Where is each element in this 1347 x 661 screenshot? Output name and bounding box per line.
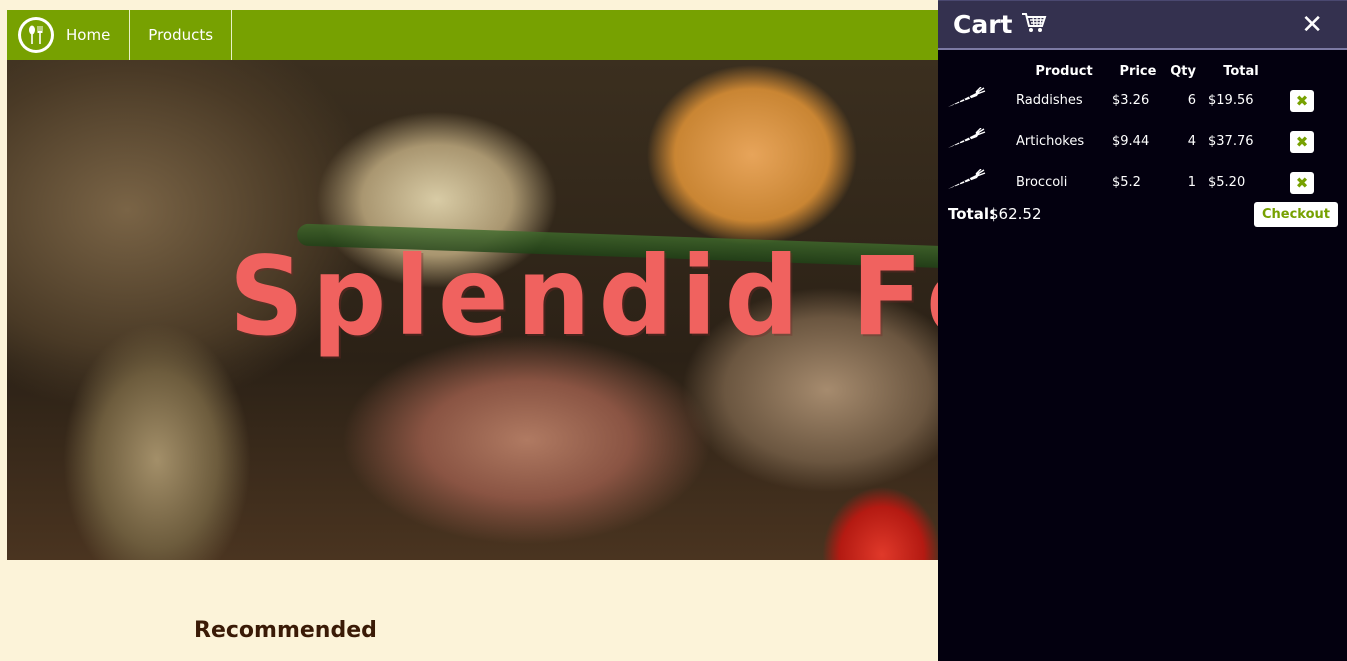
cart-row: Artichokes $9.44 4 $37.76 ✖ [946, 121, 1334, 162]
column-price: Price [1119, 63, 1157, 79]
cart-item-qty: 6 [1187, 93, 1196, 108]
recommended-heading: Recommended [194, 618, 377, 643]
close-icon[interactable]: ✕ [1301, 10, 1323, 40]
cart-item-qty: 1 [1187, 175, 1196, 190]
top-nav: Home Products [7, 10, 938, 60]
cart-item-price: $9.44 [1112, 134, 1150, 149]
hero-title: Splendid Fo [229, 231, 938, 361]
cart-total-value: $62.52 [989, 205, 1042, 223]
nav-products-link[interactable]: Products [130, 10, 233, 60]
cart-item-total: $19.56 [1208, 93, 1254, 108]
cart-title: Cart [953, 10, 1013, 39]
hero-banner: Splendid Fo [7, 60, 938, 560]
cart-row: Raddishes $3.26 6 $19.56 ✖ [946, 80, 1334, 121]
nav-home-link[interactable]: Home [60, 10, 131, 60]
carrot-icon [946, 162, 1006, 203]
cart-panel: Cart ✕ Product Price Qty Total Raddishes… [938, 0, 1347, 661]
cart-item-name: Artichokes [1016, 134, 1085, 149]
fork-spoon-icon[interactable] [18, 17, 54, 53]
remove-item-button[interactable]: ✖ [1290, 171, 1314, 194]
column-qty: Qty [1170, 63, 1196, 79]
cart-table-header: Product Price Qty Total [946, 62, 1334, 80]
cart-item-total: $37.76 [1208, 134, 1254, 149]
remove-item-button[interactable]: ✖ [1290, 89, 1314, 112]
cart-header: Cart ✕ [938, 0, 1347, 50]
carrot-icon [946, 121, 1006, 162]
cart-row: Broccoli $5.2 1 $5.20 ✖ [946, 162, 1334, 203]
cart-footer: Total: $62.52 Checkout [948, 201, 1338, 227]
column-total: Total [1223, 63, 1259, 79]
remove-item-button[interactable]: ✖ [1290, 130, 1314, 153]
shopping-cart-icon [1021, 12, 1047, 38]
carrot-icon [946, 80, 1006, 121]
cart-item-qty: 4 [1187, 134, 1196, 149]
checkout-button[interactable]: Checkout [1254, 202, 1338, 227]
cart-table: Product Price Qty Total Raddishes $3.26 … [946, 62, 1334, 203]
column-product: Product [1035, 63, 1093, 79]
cart-total-label: Total: [948, 205, 995, 223]
cart-item-price: $5.2 [1112, 175, 1141, 190]
cart-item-name: Broccoli [1016, 175, 1068, 190]
cart-item-price: $3.26 [1112, 93, 1150, 108]
cart-item-total: $5.20 [1208, 175, 1246, 190]
cart-item-name: Raddishes [1016, 93, 1083, 108]
